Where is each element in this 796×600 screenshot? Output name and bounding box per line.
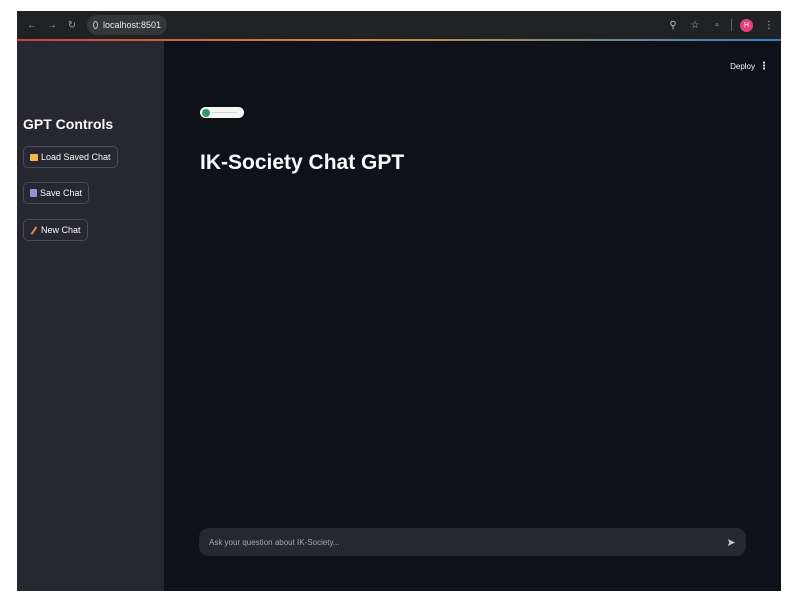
save-chat-button[interactable]: Save Chat [23,182,90,204]
floppy-disk-icon [30,189,37,197]
main-content: Deploy ⋮ ──────────── IK-Society Chat GP… [164,41,781,591]
chat-input-bar: ➤ [199,528,746,556]
page-title: IK-Society Chat GPT [200,151,405,174]
url-text: localhost:8501 [102,20,161,30]
site-info-icon[interactable] [93,21,98,29]
send-icon[interactable]: ➤ [724,535,738,549]
extensions-icon[interactable]: ▫ [711,20,723,31]
app-menu-icon[interactable]: ⋮ [759,61,769,72]
sidebar: GPT Controls Load Saved Chat Save Chat N… [17,41,164,591]
reload-icon[interactable]: ↻ [65,18,79,32]
deploy-button[interactable]: Deploy [730,62,755,71]
back-arrow-icon[interactable]: ← [25,18,39,32]
sidebar-title: GPT Controls [23,116,114,132]
forward-arrow-icon[interactable]: → [45,18,59,32]
address-bar[interactable]: localhost:8501 [87,15,167,35]
button-label: New Chat [41,225,81,235]
broom-icon [30,225,38,235]
button-label: Load Saved Chat [41,152,111,162]
button-label: Save Chat [40,188,83,198]
new-chat-button[interactable]: New Chat [23,219,88,241]
app-window: ← → ↻ localhost:8501 ⚲ ☆ ▫ H ⋮ GPT Contr… [17,11,781,591]
profile-avatar[interactable]: H [740,18,753,32]
chat-input[interactable] [207,536,724,548]
browser-toolbar: ← → ↻ localhost:8501 ⚲ ☆ ▫ H ⋮ [17,11,781,39]
logo-emblem [202,108,210,117]
browser-menu-icon[interactable]: ⋮ [763,20,775,31]
society-logo: ──────────── [200,107,244,118]
browser-actions: ⚲ ☆ ▫ H ⋮ [657,11,775,39]
bookmark-star-icon[interactable]: ☆ [689,20,701,31]
logo-wordmark: ──────────── [212,110,238,114]
load-saved-chat-button[interactable]: Load Saved Chat [23,146,118,168]
folder-icon [30,153,38,161]
zoom-icon[interactable]: ⚲ [667,20,679,31]
toolbar-divider [731,19,732,31]
